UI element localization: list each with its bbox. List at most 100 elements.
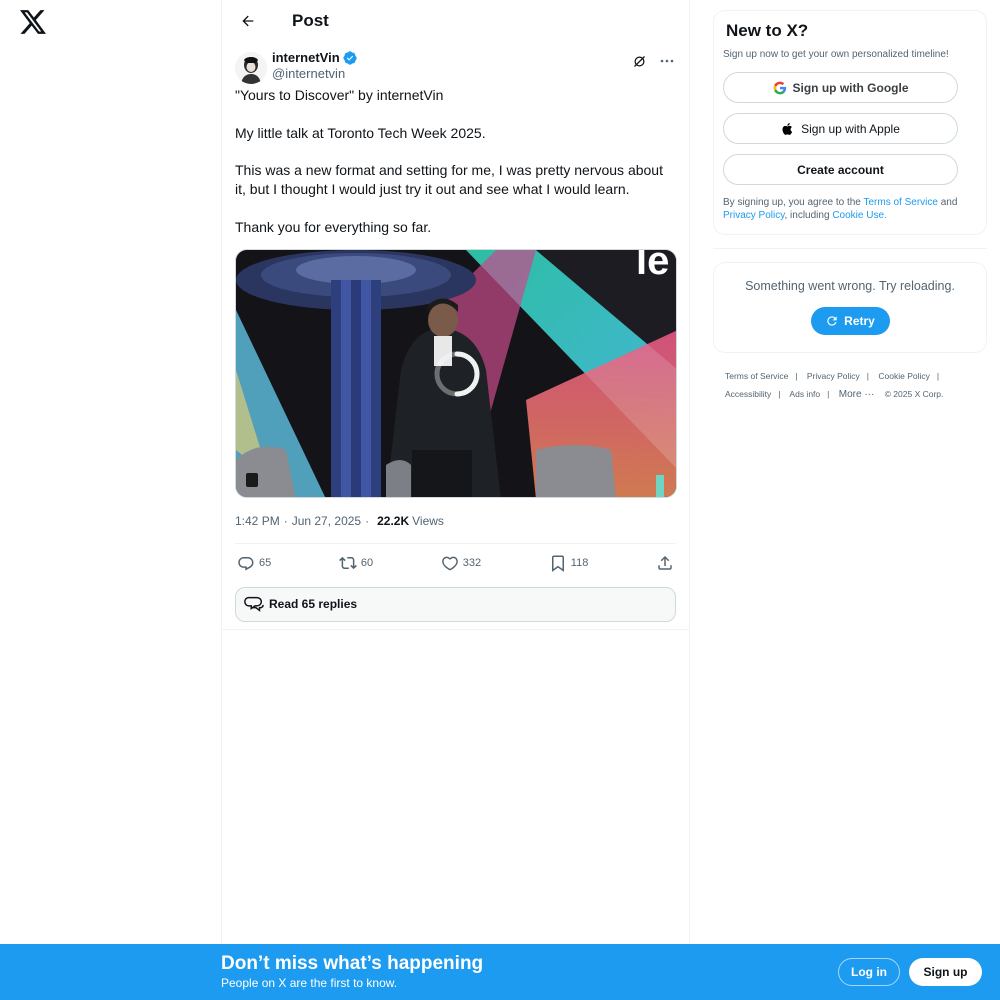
post-text: "Yours to Discover" by internetVin My li… <box>235 86 676 237</box>
author-name[interactable]: internetVin <box>272 50 340 66</box>
footer-separator: | <box>778 389 781 399</box>
action-bar: 65 60 332 118 <box>235 544 676 582</box>
retry-button[interactable]: Retry <box>810 307 890 335</box>
signup-terms: By signing up, you agree to the Terms of… <box>723 196 977 222</box>
banner-title: Don’t miss what’s happening <box>221 953 484 974</box>
footer-separator: | <box>866 371 870 381</box>
terms-including: , including <box>784 210 833 221</box>
footer-separator: | <box>795 371 798 381</box>
author-handle[interactable]: @internetvin <box>272 66 357 82</box>
reply-count: 65 <box>259 556 272 569</box>
post-paragraph: Thank you for everything so far. <box>235 218 432 235</box>
error-message: Something went wrong. Try reloading. <box>745 279 955 293</box>
grok-glyph <box>633 55 645 67</box>
footer-copyright: © 2025 X Corp. <box>884 389 944 399</box>
post-header: internetVin @internetvin <box>235 42 676 88</box>
footer-cookie-link[interactable]: Cookie Policy <box>878 371 930 381</box>
bottom-signup-banner: Don’t miss what’s happening People on X … <box>0 944 1000 1000</box>
back-arrow-icon <box>242 15 254 27</box>
post-header-actions <box>630 52 676 70</box>
share-button[interactable] <box>656 554 674 572</box>
post-date[interactable]: Jun 27, 2025 <box>292 514 361 528</box>
reply-button[interactable]: 65 <box>237 554 271 572</box>
views-label: Views <box>412 513 444 528</box>
repost-button[interactable]: 60 <box>338 554 374 572</box>
privacy-policy-link[interactable]: Privacy Policy <box>723 210 785 221</box>
post-meta: 1:42 PM · Jun 27, 2025 · 22.2K Views <box>235 512 676 530</box>
create-account-label: Create account <box>797 162 884 177</box>
post-paragraph: My little talk at Toronto Tech Week 2025… <box>235 124 486 141</box>
loading-spinner-icon <box>434 351 480 396</box>
login-button[interactable]: Log in <box>838 958 900 986</box>
grok-icon[interactable] <box>630 52 648 70</box>
refresh-icon <box>827 316 837 326</box>
bookmark-count: 118 <box>570 556 589 569</box>
google-signup-label: Sign up with Google <box>792 80 909 95</box>
signup-box: New to X? Sign up now to get your own pe… <box>713 10 987 235</box>
author-info: internetVin @internetvin <box>272 50 357 82</box>
repost-icon <box>338 556 357 569</box>
footer-privacy-link[interactable]: Privacy Policy <box>807 371 860 381</box>
apple-signup-button[interactable]: Sign up with Apple <box>723 113 958 144</box>
repost-count: 60 <box>360 556 374 569</box>
read-replies-button[interactable]: Read 65 replies <box>235 586 676 622</box>
terms-end: . <box>884 210 887 221</box>
page-title: Post <box>292 11 329 30</box>
video-badge-icon <box>246 472 258 487</box>
footer-more-label: More <box>838 389 862 400</box>
footer-ads-link[interactable]: Ads info <box>789 389 820 399</box>
create-account-button[interactable]: Create account <box>723 154 958 185</box>
author-name-row: internetVin <box>272 50 357 66</box>
terms-prefix: By signing up, you agree to the <box>723 197 864 208</box>
views-count: 22.2K <box>377 513 410 528</box>
left-nav <box>0 0 222 1000</box>
apple-icon <box>782 122 793 135</box>
signup-title: New to X? <box>726 21 809 40</box>
meta-separator: · <box>283 513 288 528</box>
google-icon <box>773 81 786 94</box>
more-dots-icon: ··· <box>864 389 875 400</box>
footer-terms-link[interactable]: Terms of Service <box>725 371 788 381</box>
x-logo-icon[interactable] <box>20 10 46 34</box>
bookmark-icon <box>551 555 564 572</box>
terms-and: and <box>937 197 958 208</box>
signup-button[interactable]: Sign up <box>909 958 982 986</box>
share-icon <box>658 555 672 570</box>
like-button[interactable]: 332 <box>441 554 481 572</box>
more-dots-glyph <box>660 59 674 63</box>
error-box: Something went wrong. Try reloading. Ret… <box>713 262 987 353</box>
retry-label: Retry <box>844 314 875 328</box>
more-options-icon[interactable] <box>658 52 676 70</box>
cookie-use-link[interactable]: Cookie Use <box>832 210 884 221</box>
google-signup-button[interactable]: Sign up with Google <box>723 72 958 103</box>
post-paragraph: "Yours to Discover" by internetVin <box>235 87 444 103</box>
video-overlay-text: le <box>636 250 669 283</box>
bookmark-button[interactable]: 118 <box>549 554 589 572</box>
top-bar: Post <box>222 0 689 42</box>
post: internetVin @internetvin "Yours to Disco… <box>222 42 689 630</box>
read-replies-label: Read 65 replies <box>269 597 358 611</box>
apple-signup-label: Sign up with Apple <box>801 121 900 136</box>
footer-links: Terms of Service | Privacy Policy | Cookie… <box>713 367 987 404</box>
avatar-image <box>235 52 267 84</box>
video-player[interactable]: le <box>235 248 677 498</box>
right-sidebar: New to X? Sign up now to get your own pe… <box>713 10 987 404</box>
footer-more-link[interactable]: More ··· <box>839 389 875 400</box>
reply-icon <box>238 556 254 570</box>
footer-row: Accessibility | Ads info | More ··· © 2025… <box>725 385 987 404</box>
like-count: 332 <box>462 556 482 569</box>
divider <box>713 248 987 249</box>
signup-subtitle: Sign up now to get your own personalized… <box>723 49 949 60</box>
footer-accessibility-link[interactable]: Accessibility <box>725 389 771 399</box>
heart-icon <box>441 556 458 570</box>
main-column: Post internetVin @internetvin "Yours to … <box>221 0 690 1000</box>
verified-badge-icon <box>343 51 357 65</box>
terms-of-service-link[interactable]: Terms of Service <box>863 197 937 208</box>
meta-separator: · <box>365 513 370 528</box>
avatar[interactable] <box>235 52 267 84</box>
back-button[interactable] <box>234 7 262 35</box>
footer-separator: | <box>936 371 940 381</box>
replies-bubble-icon <box>244 596 264 612</box>
divider <box>222 628 689 630</box>
post-time[interactable]: 1:42 PM <box>235 514 280 528</box>
